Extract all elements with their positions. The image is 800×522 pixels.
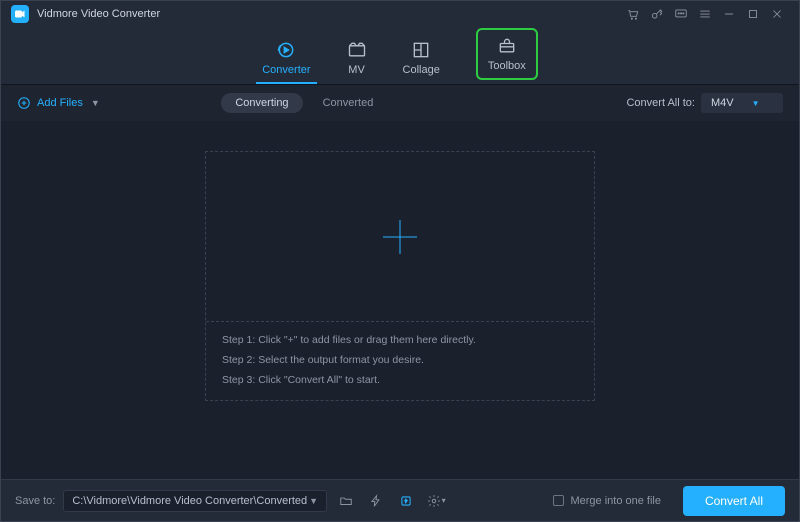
chevron-down-icon: ▼ xyxy=(752,99,760,108)
save-to-label: Save to: xyxy=(15,495,55,507)
footer: Save to: C:\Vidmore\Vidmore Video Conver… xyxy=(1,479,799,521)
maximize-button[interactable] xyxy=(741,2,765,26)
open-folder-button[interactable] xyxy=(335,490,357,512)
step-text: Step 2: Select the output format you des… xyxy=(222,354,578,366)
key-icon[interactable] xyxy=(645,2,669,26)
save-path-select[interactable]: C:\Vidmore\Vidmore Video Converter\Conve… xyxy=(63,490,327,512)
title-bar: Vidmore Video Converter xyxy=(1,1,799,27)
dropzone-add[interactable] xyxy=(206,152,594,322)
convert-all-button[interactable]: Convert All xyxy=(683,486,785,516)
step-text: Step 3: Click "Convert All" to start. xyxy=(222,374,578,386)
tab-collage[interactable]: Collage xyxy=(403,40,440,84)
add-files-button[interactable]: Add Files ▼ xyxy=(17,96,100,110)
tab-mv[interactable]: MV xyxy=(347,40,367,84)
tab-converted[interactable]: Converted xyxy=(313,93,384,113)
format-select[interactable]: M4V ▼ xyxy=(701,93,783,113)
hardware-accel-off-button[interactable] xyxy=(365,490,387,512)
tab-toolbox[interactable]: Toolbox xyxy=(476,28,538,80)
tab-label: Collage xyxy=(403,64,440,76)
tab-label: Toolbox xyxy=(488,60,526,72)
close-button[interactable] xyxy=(765,2,789,26)
tab-converting[interactable]: Converting xyxy=(221,93,302,113)
plus-icon xyxy=(383,220,417,254)
chevron-down-icon: ▼ xyxy=(309,496,318,506)
minimize-button[interactable] xyxy=(717,2,741,26)
checkbox-icon xyxy=(553,495,564,506)
cart-icon[interactable] xyxy=(621,2,645,26)
hardware-accel-on-button[interactable] xyxy=(395,490,417,512)
dropzone[interactable]: Step 1: Click "+" to add files or drag t… xyxy=(205,151,595,401)
step-text: Step 1: Click "+" to add files or drag t… xyxy=(222,334,578,346)
tab-converter[interactable]: Converter xyxy=(262,40,310,84)
chevron-down-icon: ▼ xyxy=(91,98,100,108)
convert-all-to-label: Convert All to: xyxy=(626,97,694,109)
app-logo xyxy=(11,5,29,23)
status-tabs: Converting Converted xyxy=(221,93,383,113)
toolbar: Add Files ▼ Converting Converted Convert… xyxy=(1,85,799,121)
add-files-label: Add Files xyxy=(37,97,83,109)
merge-checkbox[interactable]: Merge into one file xyxy=(553,495,661,507)
tab-label: MV xyxy=(348,64,365,76)
tab-label: Converter xyxy=(262,64,310,76)
feedback-icon[interactable] xyxy=(669,2,693,26)
merge-label: Merge into one file xyxy=(570,495,661,507)
main-nav: Converter MV Collage Toolbox xyxy=(1,27,799,85)
settings-button[interactable]: ▾ xyxy=(425,490,447,512)
convert-all-to: Convert All to: M4V ▼ xyxy=(626,93,782,113)
menu-icon[interactable] xyxy=(693,2,717,26)
format-value: M4V xyxy=(711,97,734,109)
app-title: Vidmore Video Converter xyxy=(37,8,160,20)
save-path-value: C:\Vidmore\Vidmore Video Converter\Conve… xyxy=(72,495,307,507)
dropzone-steps: Step 1: Click "+" to add files or drag t… xyxy=(206,322,594,400)
main-area: Step 1: Click "+" to add files or drag t… xyxy=(1,121,799,479)
